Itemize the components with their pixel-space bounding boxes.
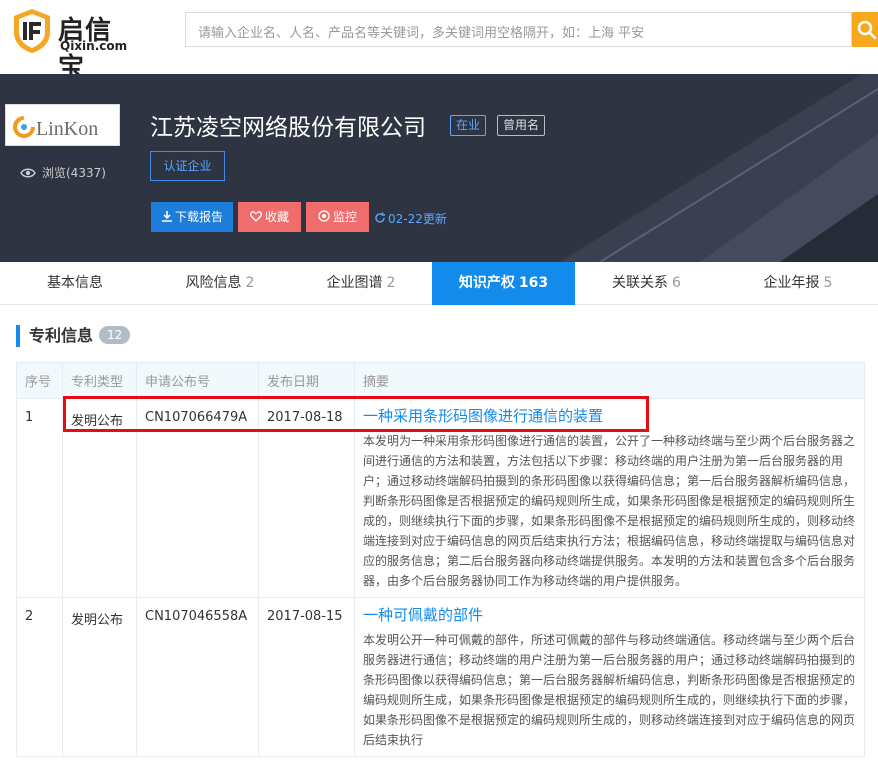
tab-label: 企业图谱 [326, 275, 383, 291]
search-input[interactable]: 请输入企业名、人名、产品名等关键词，多关键词用空格隔开，如：上海 平安 [185, 12, 852, 47]
favorite-label: 收藏 [264, 210, 289, 224]
tab-relations[interactable]: 关联关系 6 [575, 262, 718, 305]
refresh-icon [375, 212, 385, 223]
tab-annual-reports[interactable]: 企业年报 5 [718, 262, 878, 305]
tab-intellectual-property[interactable]: 知识产权 163 [432, 262, 575, 305]
status-badge: 在业 [450, 115, 487, 136]
tab-risk-info[interactable]: 风险信息 2 [150, 262, 290, 305]
search-placeholder: 请输入企业名、人名、产品名等关键词，多关键词用空格隔开，如：上海 平安 [198, 26, 645, 41]
cell-date: 2017-08-15 [258, 597, 355, 757]
tab-count: 2 [386, 275, 396, 291]
update-time[interactable]: 02-22更新 [374, 210, 447, 227]
table-row: 1 发明公布 CN107066479A 2017-08-18 一种采用条形码图像… [16, 398, 865, 598]
eye-icon [20, 168, 36, 178]
patent-title-link[interactable]: 一种可佩戴的部件 [363, 598, 856, 630]
column-header-pub-no: 申请公布号 [136, 362, 259, 399]
cell-pub-no: CN107066479A [136, 398, 259, 598]
tab-label: 风险信息 [185, 275, 242, 291]
search-button[interactable] [852, 12, 878, 47]
cell-no: 2 [16, 597, 63, 757]
view-count-label: 浏览(4337) [42, 166, 106, 180]
section-count-badge: 12 [99, 326, 131, 344]
tab-basic-info[interactable]: 基本信息 [0, 262, 150, 305]
column-header-type: 专利类型 [62, 362, 137, 399]
table-header-row: 序号 专利类型 申请公布号 发布日期 摘要 [16, 362, 865, 399]
verify-company-button[interactable]: 认证企业 [150, 151, 225, 181]
monitor-button[interactable]: 监控 [306, 202, 369, 232]
table-row: 2 发明公布 CN107046558A 2017-08-15 一种可佩戴的部件 … [16, 597, 865, 757]
patent-table: 序号 专利类型 申请公布号 发布日期 摘要 1 发明公布 CN107066479… [16, 362, 865, 757]
column-header-date: 发布日期 [258, 362, 355, 399]
monitor-icon [318, 210, 330, 222]
view-count: 浏览(4337) [20, 164, 106, 181]
company-logo-wordmark: LinKon [36, 118, 98, 140]
company-logo: LinKon [5, 104, 120, 146]
heart-icon [250, 211, 262, 222]
download-report-label: 下载报告 [174, 210, 223, 224]
download-icon [161, 211, 172, 222]
favorite-button[interactable]: 收藏 [238, 202, 301, 232]
section-title-text: 专利信息 [29, 326, 94, 345]
tab-count: 2 [245, 275, 255, 291]
linkon-logo-icon: LinKon [13, 116, 98, 140]
shield-logo-icon [14, 9, 50, 53]
update-time-label: 02-22更新 [388, 212, 447, 226]
patent-title-link[interactable]: 一种采用条形码图像进行通信的装置 [363, 399, 856, 431]
tab-count: 6 [672, 275, 681, 291]
tab-label: 基本信息 [47, 275, 103, 291]
monitor-label: 监控 [332, 210, 357, 224]
section-title: 专利信息 12 [16, 325, 131, 347]
patent-abstract: 本发明公开一种可佩戴的部件，所述可佩戴的部件与移动终端通信。移动终端与至少两个后… [363, 633, 856, 747]
cell-type: 发明公布 [62, 597, 137, 757]
column-header-abstract: 摘要 [354, 362, 865, 399]
site-logo[interactable]: 启信宝 Qixin.com [12, 8, 132, 83]
company-tabs: 基本信息 风险信息 2 企业图谱 2 知识产权 163 关联关系 6 企业年报 5 [0, 262, 878, 305]
cell-type: 发明公布 [62, 398, 137, 598]
top-bar: 启信宝 Qixin.com 请输入企业名、人名、产品名等关键词，多关键词用空格隔… [0, 0, 878, 83]
download-report-button[interactable]: 下载报告 [151, 202, 233, 232]
tab-label: 关联关系 [612, 275, 669, 291]
company-banner [0, 74, 878, 262]
cell-date: 2017-08-18 [258, 398, 355, 598]
patent-abstract: 本发明为一种采用条形码图像进行通信的装置，公开了一种移动终端与至少两个后台服务器… [363, 434, 856, 588]
cell-abstract: 一种可佩戴的部件 本发明公开一种可佩戴的部件，所述可佩戴的部件与移动终端通信。移… [354, 597, 865, 757]
tab-count: 163 [518, 275, 549, 291]
tab-enterprise-graph[interactable]: 企业图谱 2 [290, 262, 432, 305]
tab-count: 5 [823, 275, 833, 291]
company-name: 江苏凌空网络股份有限公司 [150, 115, 426, 141]
cell-pub-no: CN107046558A [136, 597, 259, 757]
banner-background-graphic [560, 74, 878, 262]
column-header-no: 序号 [16, 362, 63, 399]
cell-no: 1 [16, 398, 63, 598]
search-icon [857, 20, 877, 40]
logo-domain: Qixin.com [60, 39, 128, 53]
tab-label: 知识产权 [458, 275, 515, 291]
tab-label: 企业年报 [763, 275, 820, 291]
former-name-button[interactable]: 曾用名 [497, 115, 546, 136]
cell-abstract: 一种采用条形码图像进行通信的装置 本发明为一种采用条形码图像进行通信的装置，公开… [354, 398, 865, 598]
